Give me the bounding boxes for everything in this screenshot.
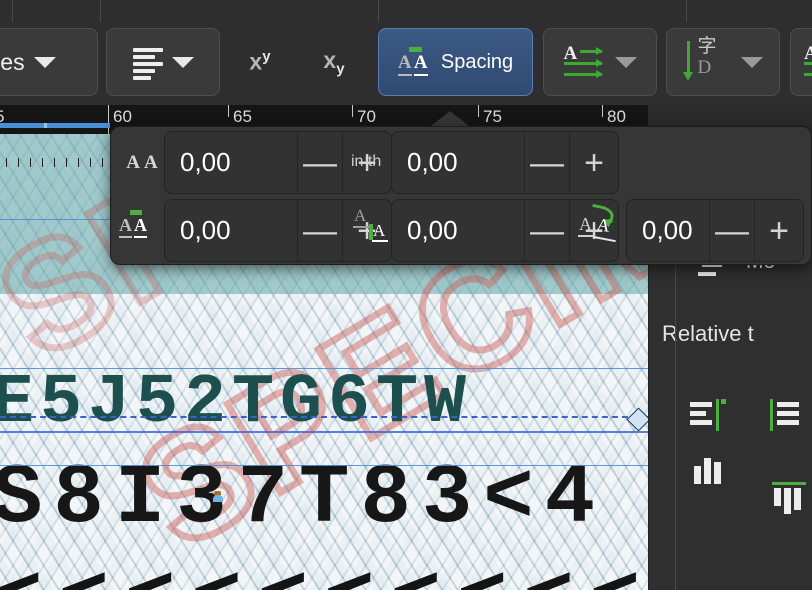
ruler-tick-label: 60 xyxy=(113,107,132,126)
spacing-in-the-increment-button[interactable]: + xyxy=(570,132,618,193)
subscript-button[interactable]: xy xyxy=(306,28,362,96)
mrz-line-2: S8I37T83<4 xyxy=(0,452,607,547)
toolbar-upper-strip xyxy=(0,0,812,22)
character-rotation-spinbox[interactable]: 0,00 — + xyxy=(626,199,804,262)
ruler-tick-label: 65 xyxy=(233,107,252,126)
baseline-shift-icon: AA xyxy=(353,207,388,243)
character-spacing-decrement-button[interactable]: — xyxy=(298,132,342,193)
spacing-in-the-label: in th xyxy=(351,153,382,170)
align-lines-icon xyxy=(132,47,163,80)
toolbar-separator xyxy=(686,0,687,22)
text-cursor-handle[interactable] xyxy=(213,495,223,502)
indent-marker-handle[interactable] xyxy=(44,123,47,128)
lines-dropdown-label: ines xyxy=(0,48,25,75)
chevron-down-icon xyxy=(740,56,763,68)
chevron-down-icon xyxy=(614,56,637,68)
toolbar-separator xyxy=(378,0,379,22)
text-direction-ltr-dropdown[interactable]: A xyxy=(543,28,657,96)
character-rotation-increment-button[interactable]: + xyxy=(755,200,803,261)
top-toolbar: ines xy xy AA Spacing A 字 D xyxy=(0,0,812,105)
subscript-icon: xy xyxy=(323,46,345,78)
indent-marker-bar[interactable] xyxy=(0,123,110,128)
kerning-decrement-button[interactable]: — xyxy=(298,200,342,261)
ruler-tick-label: 70 xyxy=(357,107,376,126)
text-direction-extra-button[interactable]: A xyxy=(790,28,812,96)
baseline-shift-decrement-button[interactable]: — xyxy=(525,200,569,261)
spacing-in-the-decrement-button[interactable]: — xyxy=(525,132,569,193)
spacing-button-label: Spacing xyxy=(440,50,514,73)
character-rotation-icon: AA xyxy=(578,203,619,243)
kerning-value[interactable]: 0,00 xyxy=(165,200,297,261)
spacing-popup-panel: AA 0,00 — + in th 0,00 — + AA 0,00 — + A… xyxy=(110,126,812,265)
text-direction-ltr-icon: A xyxy=(563,43,606,79)
kerning-icon: AA xyxy=(119,209,153,241)
text-direction-icon: A xyxy=(804,43,812,79)
character-rotation-decrement-button[interactable]: — xyxy=(710,200,754,261)
spacing-in-the-value[interactable]: 0,00 xyxy=(392,132,524,193)
text-baseline-guide xyxy=(0,465,648,466)
paragraph-align-dropdown[interactable] xyxy=(106,28,220,96)
text-baseline-guide xyxy=(0,368,648,369)
text-direction-vertical-dropdown[interactable]: 字 D xyxy=(666,28,780,96)
mrz-line-3: <<<<<<<<<< xyxy=(0,554,648,590)
letter-spacing-icon: AA xyxy=(126,152,162,173)
character-spacing-icon: AA xyxy=(397,47,434,77)
toolbar-separator xyxy=(12,0,13,22)
spacing-button[interactable]: AA Spacing xyxy=(378,28,533,96)
superscript-button[interactable]: xy xyxy=(232,28,288,96)
ruler-tick-label: 80 xyxy=(607,107,626,126)
baseline-shift-value[interactable]: 0,00 xyxy=(392,200,524,261)
text-baseline-guide xyxy=(0,431,648,433)
toolbar-separator xyxy=(100,0,101,22)
superscript-icon: xy xyxy=(249,48,271,75)
text-direction-vertical-icon: 字 D xyxy=(682,37,732,83)
lines-dropdown[interactable]: ines xyxy=(0,28,98,96)
ruler-tick-label: 75 xyxy=(483,107,502,126)
character-spacing-value[interactable]: 0,00 xyxy=(165,132,297,193)
text-selection-dashed-border xyxy=(0,416,648,418)
spacing-in-the-spinbox[interactable]: 0,00 — + xyxy=(391,131,619,194)
chevron-down-icon xyxy=(171,56,194,68)
chevron-down-icon xyxy=(33,56,56,68)
character-rotation-value[interactable]: 0,00 xyxy=(627,200,709,261)
